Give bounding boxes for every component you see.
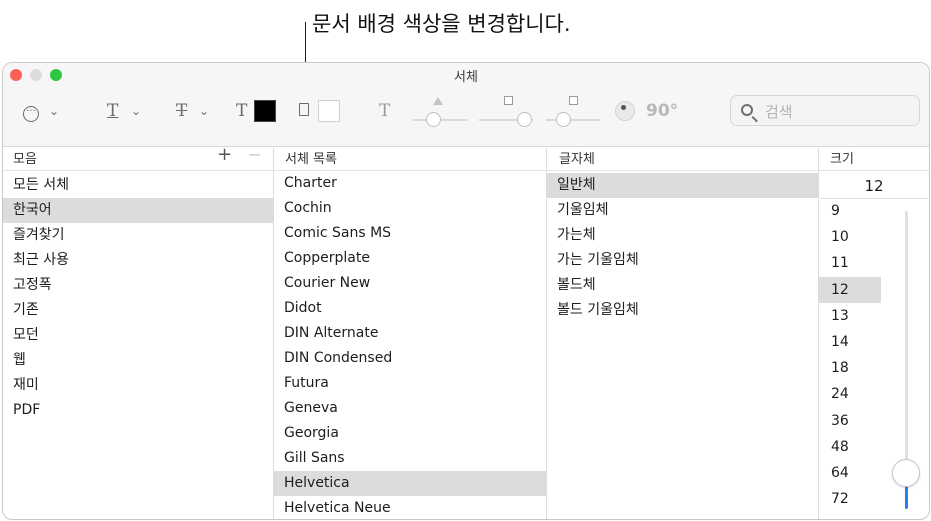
collections-header: 모음 bbox=[3, 148, 273, 171]
font-family-item[interactable]: Gill Sans bbox=[274, 446, 546, 471]
collection-item[interactable]: 웹 bbox=[3, 348, 273, 373]
chevron-down-icon[interactable]: ⌄ bbox=[131, 104, 141, 118]
remove-collection-button[interactable]: − bbox=[248, 145, 261, 164]
size-item[interactable]: 12 bbox=[819, 276, 881, 303]
font-family-item[interactable]: Didot bbox=[274, 296, 546, 321]
collection-item[interactable]: 모든 서체 bbox=[3, 173, 273, 198]
size-item[interactable]: 36 bbox=[819, 408, 881, 434]
size-item[interactable]: 13 bbox=[819, 303, 881, 329]
chevron-down-icon[interactable]: ⌄ bbox=[49, 104, 59, 118]
size-item[interactable]: 18 bbox=[819, 355, 881, 381]
size-input[interactable]: 12 bbox=[820, 174, 928, 199]
font-family-list: Charter Cochin Comic Sans MS Copperplate Cou… bbox=[274, 171, 546, 519]
font-family-item[interactable]: Charter bbox=[274, 171, 546, 196]
document-icon bbox=[299, 103, 309, 116]
shadow-opacity-knob[interactable] bbox=[426, 112, 441, 127]
font-family-item[interactable]: Comic Sans MS bbox=[274, 221, 546, 246]
collection-item[interactable]: 고정폭 bbox=[3, 273, 273, 298]
size-header-label: 크기 bbox=[830, 152, 854, 167]
font-family-item[interactable]: Cochin bbox=[274, 196, 546, 221]
document-color-swatch[interactable] bbox=[318, 100, 340, 122]
shadow-opacity-icon bbox=[433, 97, 443, 105]
collections-header-label: 모음 bbox=[13, 152, 37, 167]
text-color-swatch[interactable] bbox=[254, 100, 276, 122]
typeface-item[interactable]: 볼드체 bbox=[547, 273, 818, 298]
size-header: 크기 bbox=[819, 148, 929, 171]
size-item[interactable]: 24 bbox=[819, 381, 881, 407]
font-family-item[interactable]: Georgia bbox=[274, 421, 546, 446]
collection-item[interactable]: 기존 bbox=[3, 298, 273, 323]
size-list: 9 10 11 12 13 14 18 24 36 48 64 72 bbox=[819, 198, 881, 512]
collections-list: 모든 서체 한국어 즐겨찾기 최근 사용 고정폭 기존 모던 웹 재미 PDF bbox=[3, 173, 273, 423]
shadow-angle-value: 90° bbox=[646, 101, 679, 121]
collection-item[interactable]: 최근 사용 bbox=[3, 248, 273, 273]
callout-label: 문서 배경 색상을 변경합니다. bbox=[312, 12, 571, 36]
collection-item[interactable]: 모던 bbox=[3, 323, 273, 348]
families-header: 서체 목록 bbox=[274, 148, 546, 171]
typeface-item[interactable]: 가는 기울임체 bbox=[547, 248, 818, 273]
size-item[interactable]: 9 bbox=[819, 198, 881, 224]
toolbar-area: 서체 ··· ⌄ T ⌄ T ⌄ T T 90° bbox=[3, 63, 929, 147]
typefaces-header: 글자체 bbox=[547, 148, 818, 171]
font-family-item[interactable]: Helvetica bbox=[274, 471, 546, 496]
text-color-icon: T bbox=[236, 101, 248, 121]
size-item[interactable]: 10 bbox=[819, 224, 881, 250]
font-family-item[interactable]: DIN Condensed bbox=[274, 346, 546, 371]
font-family-item[interactable]: Geneva bbox=[274, 396, 546, 421]
window-title: 서체 bbox=[454, 70, 478, 85]
chevron-down-icon[interactable]: ⌄ bbox=[199, 104, 209, 118]
font-family-item[interactable]: Copperplate bbox=[274, 246, 546, 271]
search-input[interactable] bbox=[763, 101, 917, 123]
text-shadow-icon: T bbox=[379, 101, 391, 121]
strikethrough-icon[interactable]: T bbox=[176, 101, 187, 121]
search-icon bbox=[741, 104, 753, 116]
size-item[interactable]: 48 bbox=[819, 434, 881, 460]
size-slider-knob[interactable] bbox=[892, 459, 920, 488]
collection-item[interactable]: 재미 bbox=[3, 373, 273, 398]
font-family-item[interactable]: Futura bbox=[274, 371, 546, 396]
typeface-item[interactable]: 기울임체 bbox=[547, 198, 818, 223]
size-item[interactable]: 72 bbox=[819, 486, 881, 512]
typeface-list: 일반체 기울임체 가는체 가는 기울임체 볼드체 볼드 기울임체 bbox=[547, 173, 818, 323]
ellipsis-circle-icon[interactable]: ··· bbox=[23, 106, 39, 122]
shadow-offset-knob[interactable] bbox=[556, 112, 571, 127]
shadow-angle-dial[interactable] bbox=[615, 101, 635, 121]
font-family-item[interactable]: DIN Alternate bbox=[274, 321, 546, 346]
search-field[interactable] bbox=[730, 95, 920, 126]
dial-indicator bbox=[621, 105, 626, 110]
font-family-item[interactable]: Courier New bbox=[274, 271, 546, 296]
underline-icon[interactable]: T bbox=[107, 101, 118, 121]
shadow-offset-slider[interactable] bbox=[546, 119, 600, 121]
size-item[interactable]: 11 bbox=[819, 250, 881, 276]
size-item[interactable]: 64 bbox=[819, 460, 881, 486]
collection-item[interactable]: 한국어 bbox=[3, 198, 273, 223]
typeface-item[interactable]: 볼드 기울임체 bbox=[547, 298, 818, 323]
add-collection-button[interactable]: + bbox=[217, 144, 232, 165]
families-header-label: 서체 목록 bbox=[285, 152, 337, 167]
collection-item[interactable]: 즐겨찾기 bbox=[3, 223, 273, 248]
typeface-item[interactable]: 가는체 bbox=[547, 223, 818, 248]
typeface-item[interactable]: 일반체 bbox=[547, 173, 818, 198]
shadow-blur-knob[interactable] bbox=[517, 112, 532, 127]
collection-item[interactable]: PDF bbox=[3, 398, 273, 423]
shadow-offset-icon bbox=[569, 96, 578, 105]
font-family-item[interactable]: Helvetica Neue bbox=[274, 496, 546, 519]
shadow-blur-icon bbox=[504, 96, 513, 105]
size-item[interactable]: 14 bbox=[819, 329, 881, 355]
fonts-window: 서체 ··· ⌄ T ⌄ T ⌄ T T 90° 모음 + − 서체 목록 글자… bbox=[2, 62, 930, 520]
typefaces-header-label: 글자체 bbox=[559, 152, 595, 167]
